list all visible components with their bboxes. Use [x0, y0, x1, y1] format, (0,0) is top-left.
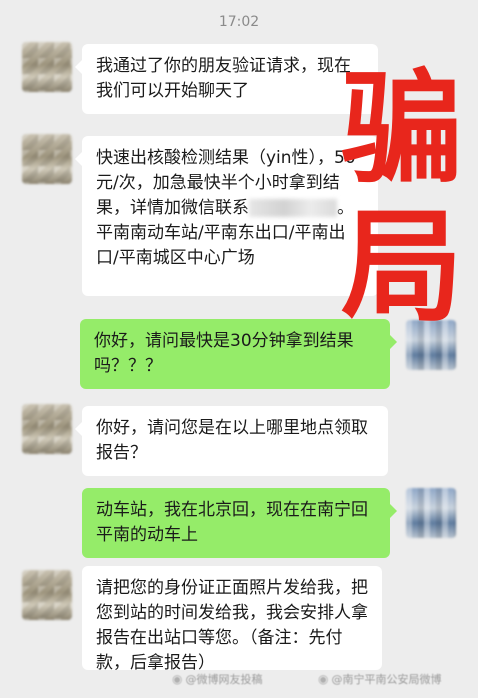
message-bubble-incoming[interactable]: 请把您的身份证正面照片发给我，把您到站的时间发给我，我会安排人拿报告在出站口等您…: [82, 566, 382, 670]
scam-overlay-text: 骗 局: [332, 60, 472, 336]
message-text: 你好，请问您是在以上哪里地点领取报告？: [96, 418, 368, 463]
message-text: 你好，请问最快是30分钟拿到结果吗？？？: [94, 331, 354, 376]
scam-overlay-char-2: 局: [341, 196, 463, 338]
redacted-wechat-id: [249, 199, 337, 217]
weibo-icon: ◉: [318, 672, 329, 686]
contact-avatar[interactable]: [22, 42, 72, 92]
self-avatar[interactable]: [406, 488, 456, 538]
message-bubble-incoming[interactable]: 你好，请问您是在以上哪里地点领取报告？: [75, 406, 388, 476]
contact-avatar[interactable]: [22, 404, 72, 454]
watermark-left: ◉ @微博网友投稿: [172, 671, 262, 687]
chat-screen: 17:02 我通过了你的朋友验证请求，现在我们可以开始聊天了 快速出核酸检测结果…: [0, 0, 478, 698]
scam-overlay-char-1: 骗: [341, 58, 463, 200]
message-bubble-outgoing[interactable]: 动车站，我在北京回，现在在南宁回平南的动车上: [82, 488, 397, 558]
message-text: 动车站，我在北京回，现在在南宁回平南的动车上: [96, 500, 368, 545]
message-text: 我通过了你的朋友验证请求，现在我们可以开始聊天了: [96, 56, 351, 101]
contact-avatar[interactable]: [22, 134, 72, 184]
message-text: 请把您的身份证正面照片发给我，把您到站的时间发给我，我会安排人拿报告在出站口等您…: [96, 578, 368, 670]
watermark-text: @微博网友投稿: [185, 673, 263, 686]
watermark-text: @南宁平南公安局微博: [331, 673, 442, 686]
weibo-icon: ◉: [172, 672, 183, 686]
message-timestamp: 17:02: [218, 14, 260, 30]
contact-avatar[interactable]: [22, 570, 72, 620]
watermark-right: ◉ @南宁平南公安局微博: [318, 671, 441, 687]
